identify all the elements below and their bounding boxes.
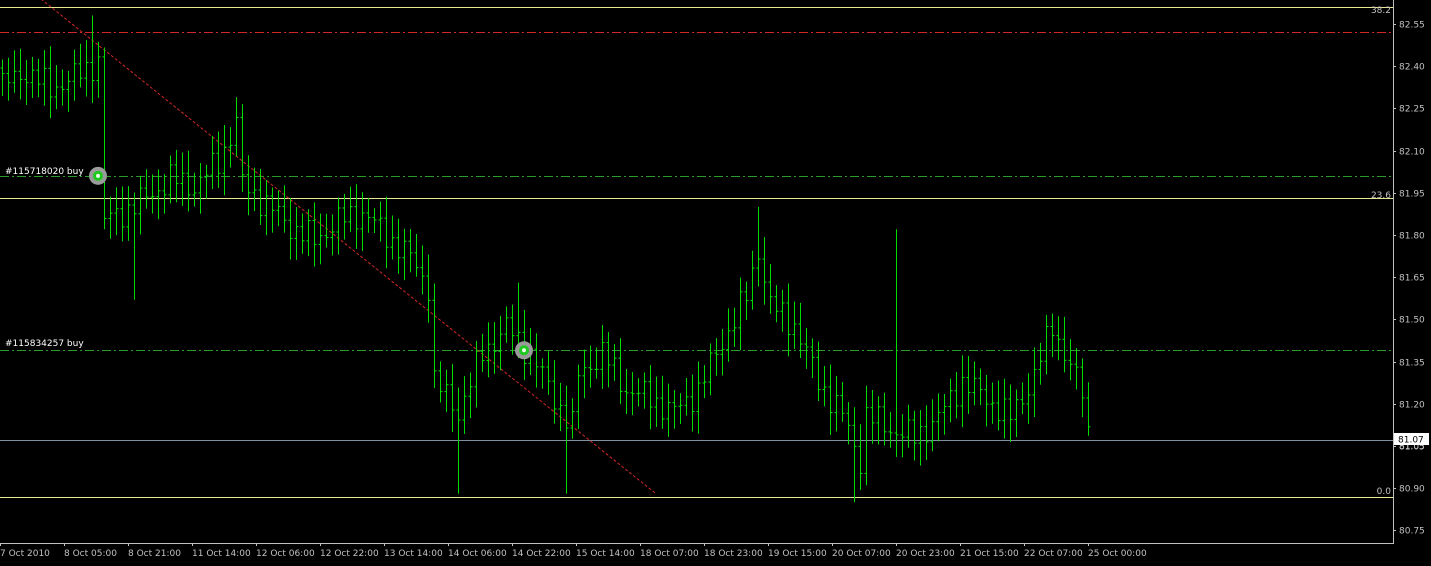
time-tick-label: 18 Oct 23:00 [704, 549, 763, 559]
time-tick-label: 18 Oct 07:00 [640, 549, 699, 559]
price-tick-label: 81.95 [1399, 190, 1425, 200]
price-tick-label: 80.75 [1399, 527, 1425, 537]
order-label-115718020[interactable]: #115718020 buy [5, 167, 84, 177]
fib-label-0-0: 0.0 [1377, 487, 1392, 497]
time-tick-label: 7 Oct 2010 [0, 549, 50, 559]
current-price-value: 81.07 [1398, 436, 1424, 446]
order-marker-center [96, 173, 100, 178]
order-marker[interactable] [515, 341, 533, 360]
time-tick-label: 21 Oct 15:00 [960, 549, 1019, 559]
time-tick-label: 14 Oct 22:00 [512, 549, 571, 559]
time-tick-label: 19 Oct 15:00 [768, 549, 827, 559]
chart-svg[interactable]: #115718020 buy #115834257 buy 38.2 23.6 … [0, 0, 1431, 562]
fib-label-23-6: 23.6 [1371, 191, 1391, 201]
chart-background [0, 0, 1431, 562]
fib-label-38-2: 38.2 [1371, 6, 1391, 16]
time-tick-label: 11 Oct 14:00 [192, 549, 251, 559]
time-tick-label: 22 Oct 07:00 [1024, 549, 1083, 559]
price-tick-label: 80.90 [1399, 485, 1425, 495]
order-marker-center [522, 348, 526, 353]
price-tick-label: 81.50 [1399, 316, 1425, 326]
price-tick-label: 81.35 [1399, 359, 1425, 369]
price-tick-label: 82.55 [1399, 21, 1425, 31]
price-tick-label: 81.80 [1399, 232, 1425, 242]
price-tick-label: 82.25 [1399, 105, 1425, 115]
time-tick-label: 8 Oct 05:00 [64, 549, 117, 559]
time-tick-label: 20 Oct 23:00 [896, 549, 955, 559]
time-tick-label: 25 Oct 00:00 [1088, 549, 1147, 559]
time-tick-label: 12 Oct 22:00 [320, 549, 379, 559]
price-tick-label: 81.65 [1399, 274, 1425, 284]
order-label-115834257[interactable]: #115834257 buy [5, 339, 84, 349]
time-tick-label: 15 Oct 14:00 [576, 549, 635, 559]
time-tick-label: 20 Oct 07:00 [832, 549, 891, 559]
time-tick-label: 14 Oct 06:00 [448, 549, 507, 559]
order-marker[interactable] [89, 166, 107, 185]
price-tick-label: 82.10 [1399, 148, 1425, 158]
time-tick-label: 8 Oct 21:00 [128, 549, 181, 559]
time-tick-label: 12 Oct 06:00 [256, 549, 315, 559]
price-tick-label: 81.20 [1399, 401, 1425, 411]
time-tick-label: 13 Oct 14:00 [384, 549, 443, 559]
price-tick-label: 82.40 [1399, 63, 1425, 73]
price-chart[interactable]: #115718020 buy #115834257 buy 38.2 23.6 … [0, 0, 1431, 562]
